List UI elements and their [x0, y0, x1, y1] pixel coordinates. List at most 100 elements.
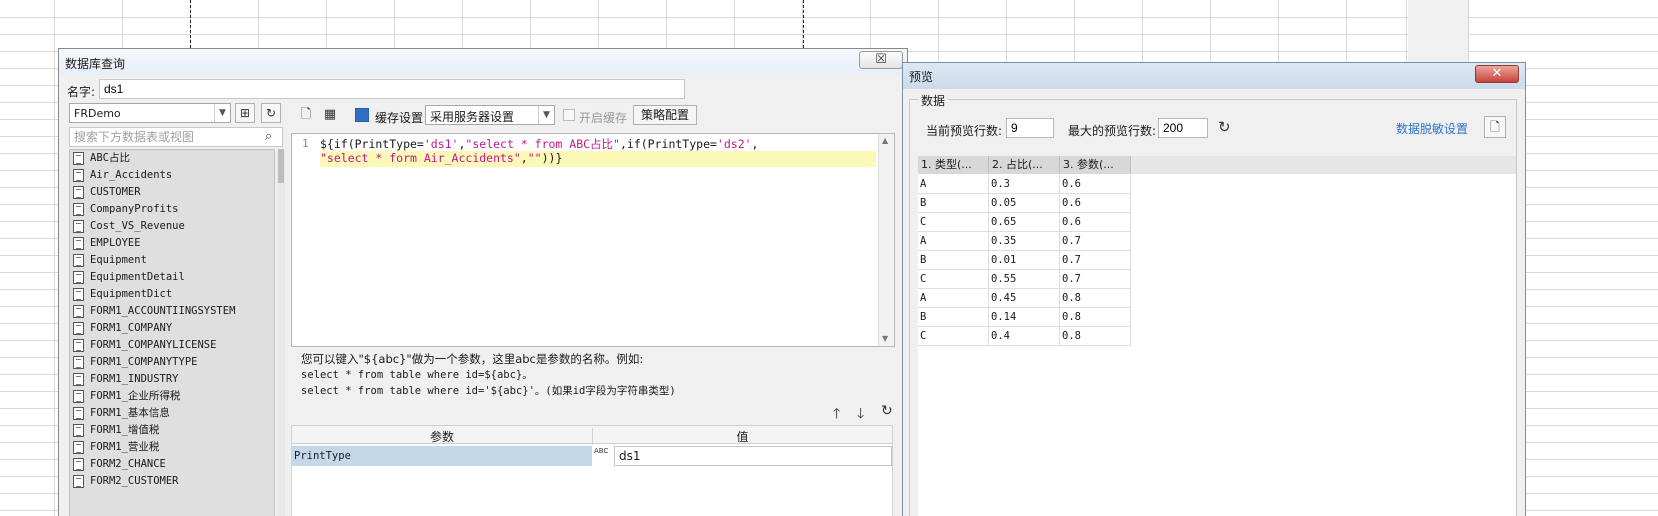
table-icon	[73, 169, 84, 182]
list-item[interactable]: EquipmentDetail	[70, 269, 274, 286]
close-button[interactable]: ✕	[1475, 65, 1519, 83]
list-item[interactable]: FORM1_COMPANYLICENSE	[70, 337, 274, 354]
down-arrow-icon[interactable]: 🡓	[857, 403, 864, 427]
table-name: FORM1_COMPANYLICENSE	[90, 339, 217, 351]
param-value-input[interactable]: ds1	[614, 446, 892, 466]
dialog-title: 数据库查询	[65, 57, 126, 71]
sql-editor[interactable]: 1 ${if(PrintType='ds1', "select * from AB…	[291, 133, 895, 347]
sql-token: ,	[751, 137, 759, 151]
scroll-up-icon[interactable]: ▲	[882, 136, 888, 145]
max-rows-label: 最大的预览行数:	[1068, 124, 1157, 138]
sql-token: "select * from ABC占比"	[465, 137, 620, 151]
list-item[interactable]: FORM1_企业所得税	[70, 388, 274, 405]
list-item[interactable]: FORM1_ACCOUNTIINGSYSTEM	[70, 303, 274, 320]
list-item[interactable]: Air_Accidents	[70, 167, 274, 184]
parameter-table-header: 参数 值	[292, 426, 892, 445]
data-mask-settings-link[interactable]: 数据脱敏设置	[1396, 120, 1468, 137]
table-browser: FRDemo ▼ ⊞ ↻ ⌕ ABC占比 Air_Accidents CUSTOME…	[69, 103, 287, 516]
value-column-header: 值	[592, 428, 892, 445]
column-header[interactable]: 1. 类型(...	[918, 156, 989, 174]
cache-mode-select[interactable]: 采用服务器设置 ▼	[425, 105, 555, 125]
string-type-icon[interactable]: ABC	[594, 447, 614, 465]
sql-token: 'ds2'	[716, 137, 752, 151]
list-item[interactable]: Equipment	[70, 252, 274, 269]
name-input[interactable]	[99, 79, 685, 99]
table-name: FORM1_COMPANYTYPE	[90, 356, 198, 368]
table-icon	[73, 356, 84, 369]
table-icon	[73, 407, 84, 420]
list-item[interactable]: FORM1_增值税	[70, 422, 274, 439]
table-cell: 0.45	[989, 289, 1060, 308]
preview-icon[interactable]: 🗋	[297, 106, 315, 124]
current-rows-input[interactable]	[1006, 118, 1054, 138]
list-item[interactable]: FORM2_CUSTOMER	[70, 473, 274, 490]
database-query-dialog: 数据库查询 ☒ 名字: FRDemo ▼ ⊞ ↻ ⌕ ABC占比 Air_Acci…	[58, 48, 908, 516]
page-break-line	[803, 0, 804, 48]
table-cell: 0.35	[989, 232, 1060, 251]
list-item[interactable]: EMPLOYEE	[70, 235, 274, 252]
list-item[interactable]: FORM1_基本信息	[70, 405, 274, 422]
preview-dialog: 预览 ✕ 数据 当前预览行数: 最大的预览行数: ↻ 数据脱敏设置 🗋 1. 类…	[902, 62, 1526, 516]
table-cell: 0.7	[1060, 232, 1131, 251]
list-item[interactable]: CUSTOMER	[70, 184, 274, 201]
list-item[interactable]: FORM2_CHANCE	[70, 456, 274, 473]
preview-icon[interactable]: 🗋	[1484, 116, 1506, 138]
list-item[interactable]: FORM1_营业税	[70, 439, 274, 456]
table-icon	[73, 458, 84, 471]
table-icon	[73, 152, 84, 165]
connection-select[interactable]: FRDemo ▼	[69, 103, 231, 123]
list-item[interactable]: FORM1_INDUSTRY	[70, 371, 274, 388]
table-cell: A	[918, 232, 989, 251]
sql-token: 'ds1'	[423, 137, 459, 151]
max-rows-input[interactable]	[1158, 118, 1208, 138]
sql-scrollbar[interactable]: ▲ ▼	[878, 134, 894, 346]
list-item[interactable]: Cost_VS_Revenue	[70, 218, 274, 235]
table-name: EquipmentDetail	[90, 271, 185, 283]
strategy-config-button[interactable]: 策略配置	[633, 105, 697, 125]
table-icon	[73, 288, 84, 301]
preview-titlebar: 预览 ✕	[903, 63, 1525, 89]
table-list-scrollbar[interactable]	[277, 149, 285, 516]
sql-token: ${if(PrintType=	[320, 137, 424, 151]
column-header[interactable]: 2. 占比(...	[989, 156, 1060, 174]
list-item[interactable]: FORM1_COMPANY	[70, 320, 274, 337]
param-column-header: 参数	[429, 430, 454, 444]
edit-connection-icon[interactable]: ⊞	[235, 103, 255, 123]
cache-settings-icon[interactable]	[355, 108, 369, 122]
refresh-icon[interactable]: ↻	[261, 103, 281, 123]
table-name: FORM1_基本信息	[90, 407, 170, 419]
table-name: FORM1_ACCOUNTIINGSYSTEM	[90, 305, 236, 317]
search-icon[interactable]: ⌕	[265, 129, 272, 144]
table-search-input[interactable]	[69, 127, 283, 147]
up-arrow-icon[interactable]: 🡑	[833, 403, 840, 427]
table-cell: 0.7	[1060, 251, 1131, 270]
help-line-1: 您可以键入"${abc}"做为一个参数，这里abc是参数的名称。例如:	[301, 352, 644, 366]
refresh-params-icon[interactable]: ↻	[881, 403, 893, 419]
column-header[interactable]: 3. 参数(...	[1060, 156, 1131, 174]
table-name: Equipment	[90, 254, 147, 266]
list-item[interactable]: FORM1_COMPANYTYPE	[70, 354, 274, 371]
line-number: 1	[302, 137, 309, 150]
close-button[interactable]: ☒	[859, 51, 903, 69]
help-line-2: select * from table where id=${abc}。	[301, 369, 533, 381]
parameter-tools: 🡑 🡓 ↻	[829, 403, 899, 422]
table-icon	[73, 237, 84, 250]
scroll-down-icon[interactable]: ▼	[882, 334, 888, 343]
list-item[interactable]: CompanyProfits	[70, 201, 274, 218]
table-cell: 0.65	[989, 213, 1060, 232]
table-cell: B	[918, 251, 989, 270]
refresh-icon[interactable]: ↻	[1218, 118, 1231, 136]
list-item[interactable]: EquipmentDict	[70, 286, 274, 303]
cache-settings-label: 缓存设置	[375, 111, 424, 125]
sql-token: ))}	[541, 151, 563, 165]
table-name: EquipmentDict	[90, 288, 173, 300]
save-icon[interactable]: ▦	[321, 106, 339, 124]
enable-cache-checkbox[interactable]	[563, 109, 575, 121]
table-cell: 0.14	[989, 308, 1060, 327]
table-icon	[73, 203, 84, 216]
table-row[interactable]: PrintType ABC ds1	[292, 446, 892, 466]
current-rows-label: 当前预览行数:	[926, 124, 1003, 138]
param-name[interactable]: PrintType	[292, 446, 592, 466]
list-item[interactable]: ABC占比	[70, 150, 274, 167]
table-cell: A	[918, 175, 989, 194]
